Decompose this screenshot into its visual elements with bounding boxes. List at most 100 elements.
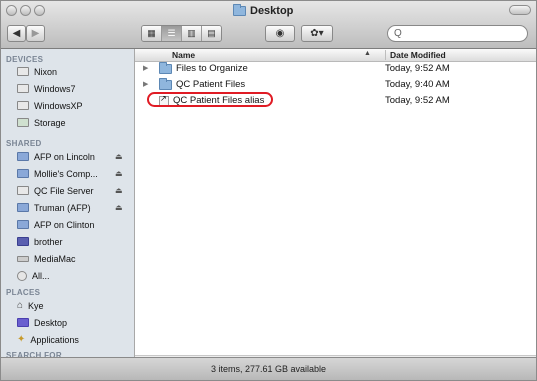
date-modified-cell: Today, 9:52 AM bbox=[385, 63, 450, 74]
desktop-icon bbox=[17, 318, 29, 327]
sidebar-item-afp-on-clinton[interactable]: AFP on Clinton bbox=[17, 218, 94, 231]
sidebar-item-all[interactable]: All... bbox=[17, 269, 50, 282]
file-list: Name ▲ Date Modified ▶ Files to Organize… bbox=[135, 49, 536, 360]
sidebar-item-afp-on-lincoln[interactable]: AFP on Lincoln bbox=[17, 150, 95, 163]
eject-icon[interactable]: ⏏ bbox=[115, 169, 123, 178]
sort-ascending-icon: ▲ bbox=[364, 50, 371, 57]
hard-drive-icon bbox=[17, 84, 29, 93]
gear-icon: ✿▾ bbox=[310, 28, 324, 39]
quick-look-button[interactable]: ◉ bbox=[265, 25, 295, 42]
sidebar-item-qc-file-server[interactable]: QC File Server bbox=[17, 184, 94, 197]
column-header-name[interactable]: Name bbox=[172, 50, 195, 60]
sidebar-item-windows7[interactable]: Windows7 bbox=[17, 82, 76, 95]
server-icon bbox=[17, 186, 29, 195]
view-mode-segment: ▦ ☰ ▥ ▤ bbox=[141, 25, 222, 42]
sidebar-section-devices: DEVICES bbox=[6, 55, 44, 64]
eject-icon[interactable]: ⏏ bbox=[115, 152, 123, 161]
sidebar-item-windowsxp[interactable]: WindowsXP bbox=[17, 99, 83, 112]
titlebar: Desktop ◀ ▶ ▦ ☰ ▥ ▤ ◉ ✿▾ Q bbox=[1, 1, 536, 49]
date-modified-cell: Today, 9:40 AM bbox=[385, 79, 450, 90]
sidebar-item-label: QC File Server bbox=[34, 185, 94, 196]
hard-drive-icon bbox=[17, 67, 29, 76]
close-button[interactable] bbox=[6, 5, 17, 16]
list-row[interactable]: ▶ Files to Organize Today, 9:52 AM bbox=[135, 61, 536, 76]
search-icon: Q bbox=[394, 28, 402, 39]
sidebar-item-label: Truman (AFP) bbox=[34, 202, 91, 213]
eject-icon[interactable]: ⏏ bbox=[115, 203, 123, 212]
sidebar-item-label: Desktop bbox=[34, 317, 68, 328]
applications-icon: ✦ bbox=[17, 334, 26, 345]
file-name-cell: Files to Organize bbox=[159, 61, 248, 74]
home-icon: ⌂ bbox=[17, 300, 24, 311]
sidebar-item-kye[interactable]: ⌂ Kye bbox=[17, 299, 44, 312]
sidebar-item-label: Applications bbox=[30, 334, 79, 345]
list-header: Name ▲ Date Modified bbox=[135, 49, 536, 62]
sidebar-item-label: MediaMac bbox=[34, 253, 76, 264]
sidebar: DEVICES Nixon Windows7 WindowsXP Storage… bbox=[1, 49, 135, 360]
sidebar-item-label: AFP on Clinton bbox=[34, 219, 95, 230]
list-view-icon: ☰ bbox=[167, 28, 176, 38]
sidebar-item-storage[interactable]: Storage bbox=[17, 116, 66, 129]
sidebar-item-desktop[interactable]: Desktop bbox=[17, 316, 67, 329]
sidebar-item-label: AFP on Lincoln bbox=[34, 151, 95, 162]
sidebar-item-label: Kye bbox=[28, 300, 44, 311]
folder-icon bbox=[233, 4, 246, 16]
file-name: Files to Organize bbox=[176, 63, 248, 74]
sidebar-item-label: All... bbox=[32, 270, 50, 281]
annotation-highlight-circle bbox=[147, 92, 273, 107]
zoom-button[interactable] bbox=[34, 5, 45, 16]
back-button[interactable]: ◀ bbox=[7, 25, 26, 42]
network-computer-icon bbox=[17, 203, 29, 212]
column-header-date-modified[interactable]: Date Modified bbox=[385, 50, 446, 60]
sidebar-item-mollies-computer[interactable]: Mollie's Comp... bbox=[17, 167, 98, 180]
search-field[interactable]: Q bbox=[387, 25, 528, 42]
folder-icon bbox=[159, 77, 172, 90]
icon-view-button[interactable]: ▦ bbox=[142, 26, 162, 41]
action-menu-button[interactable]: ✿▾ bbox=[301, 25, 333, 42]
sidebar-section-shared: SHARED bbox=[6, 139, 42, 148]
file-name-cell: QC Patient Files bbox=[159, 77, 246, 90]
forward-button[interactable]: ▶ bbox=[26, 25, 45, 42]
network-computer-icon bbox=[17, 220, 29, 229]
printer-icon bbox=[17, 237, 29, 246]
date-modified-cell: Today, 9:52 AM bbox=[385, 95, 450, 106]
window-title: Desktop bbox=[233, 4, 293, 18]
toolbar-toggle-button[interactable] bbox=[509, 5, 531, 15]
hard-drive-icon bbox=[17, 101, 29, 110]
eye-icon: ◉ bbox=[275, 28, 285, 39]
sidebar-item-label: WindowsXP bbox=[34, 100, 83, 111]
eject-icon[interactable]: ⏏ bbox=[115, 186, 123, 195]
sidebar-item-mediamac[interactable]: MediaMac bbox=[17, 252, 76, 265]
list-row[interactable]: ▶ QC Patient Files Today, 9:40 AM bbox=[135, 77, 536, 92]
sidebar-item-label: Nixon bbox=[34, 66, 58, 77]
sidebar-item-brother[interactable]: brother bbox=[17, 235, 63, 248]
sidebar-item-truman-afp[interactable]: Truman (AFP) bbox=[17, 201, 91, 214]
sidebar-item-label: Mollie's Comp... bbox=[34, 168, 98, 179]
column-view-button[interactable]: ▥ bbox=[182, 26, 202, 41]
sidebar-section-places: PLACES bbox=[6, 288, 41, 297]
status-text: 3 items, 277.61 GB available bbox=[210, 364, 327, 374]
cover-flow-button[interactable]: ▤ bbox=[202, 26, 221, 41]
network-computer-icon bbox=[17, 169, 29, 178]
list-view-button[interactable]: ☰ bbox=[162, 26, 182, 41]
back-arrow-icon: ◀ bbox=[12, 28, 21, 39]
icon-view-icon: ▦ bbox=[147, 28, 156, 38]
sidebar-item-applications[interactable]: ✦ Applications bbox=[17, 333, 79, 346]
minimize-button[interactable] bbox=[20, 5, 31, 16]
folder-icon bbox=[159, 61, 172, 74]
sidebar-item-nixon[interactable]: Nixon bbox=[17, 65, 57, 78]
sidebar-item-label: brother bbox=[34, 236, 63, 247]
sidebar-item-label: Windows7 bbox=[34, 83, 76, 94]
disclosure-triangle-icon[interactable]: ▶ bbox=[143, 64, 148, 72]
column-view-icon: ▥ bbox=[187, 28, 196, 38]
cover-flow-icon: ▤ bbox=[207, 28, 216, 38]
sidebar-item-label: Storage bbox=[34, 117, 66, 128]
file-name: QC Patient Files bbox=[176, 79, 246, 90]
display-icon bbox=[17, 255, 29, 262]
globe-icon bbox=[17, 270, 27, 281]
forward-arrow-icon: ▶ bbox=[31, 28, 40, 39]
status-bar: 3 items, 277.61 GB available bbox=[1, 357, 536, 380]
hard-drive-icon bbox=[17, 118, 29, 127]
finder-window: Desktop ◀ ▶ ▦ ☰ ▥ ▤ ◉ ✿▾ Q DEVICES Nixon bbox=[0, 0, 537, 381]
disclosure-triangle-icon[interactable]: ▶ bbox=[143, 80, 148, 88]
